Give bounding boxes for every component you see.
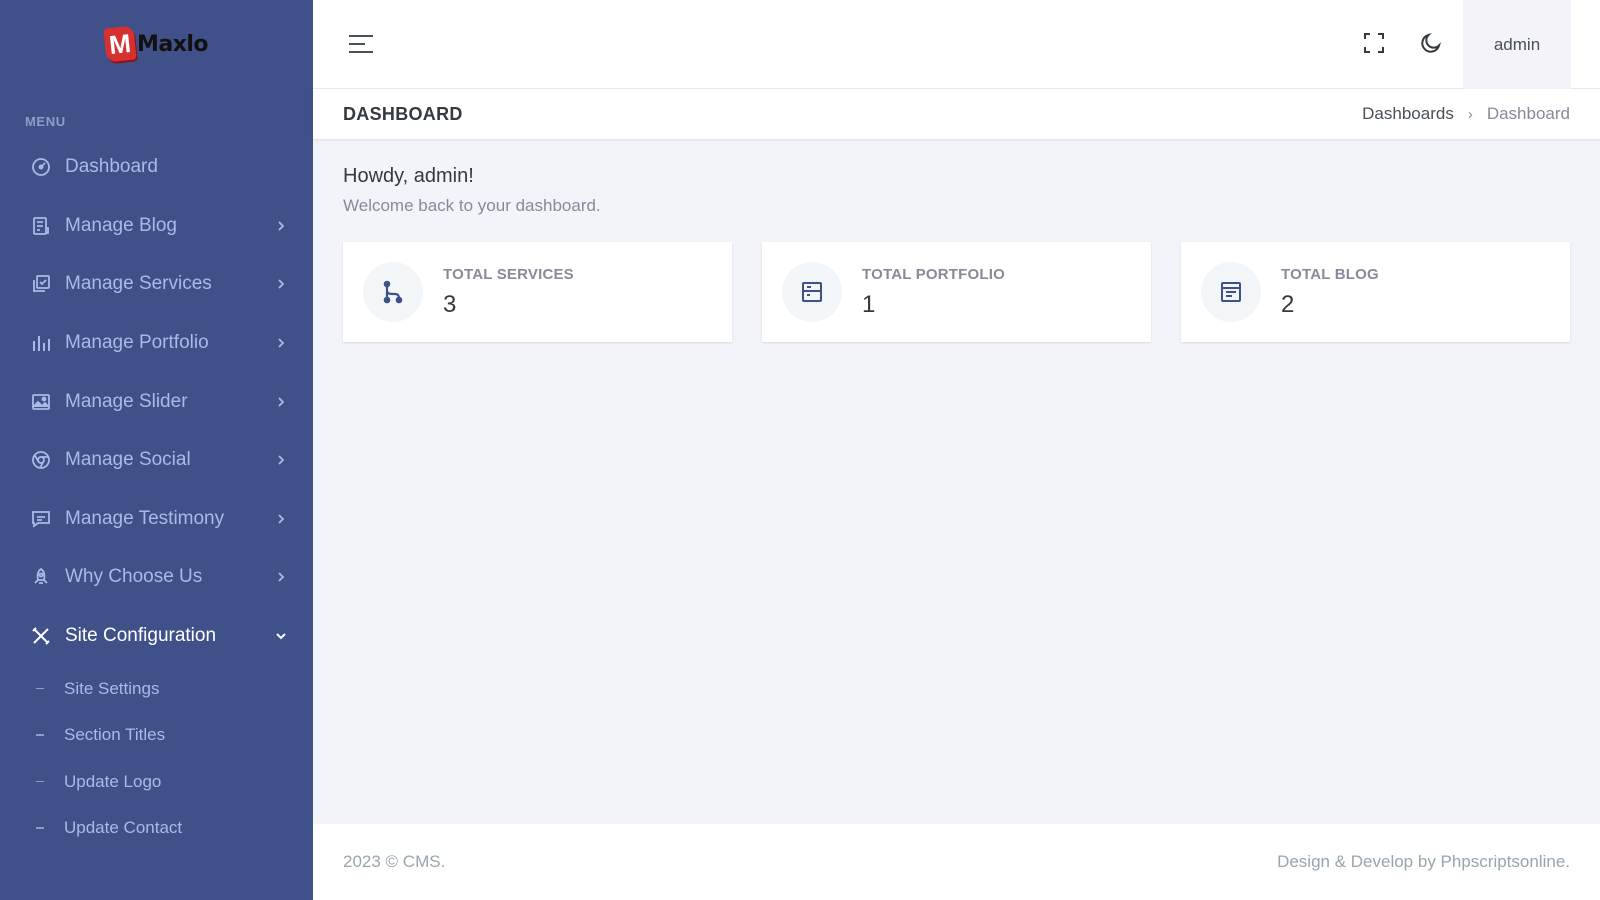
chevron-right-icon bbox=[274, 277, 288, 291]
greeting: Howdy, admin! bbox=[343, 165, 474, 187]
chevron-right-icon bbox=[274, 453, 288, 467]
logo-mark: M bbox=[103, 25, 137, 63]
sidebar-item-label: Manage Testimony bbox=[65, 507, 225, 529]
dash-marker bbox=[36, 827, 44, 829]
stat-card-value: 1 bbox=[862, 290, 876, 318]
stat-cards: TOTAL SERVICES 3 TOTAL PORTFOLIO 1 TOTAL… bbox=[343, 242, 1571, 342]
sidebar-item-manage-social[interactable]: Manage Social bbox=[0, 431, 313, 490]
stat-card-services: TOTAL SERVICES 3 bbox=[343, 242, 732, 342]
sidebar-item-label: Dashboard bbox=[65, 156, 158, 178]
dashboard-icon bbox=[30, 156, 52, 178]
chrome-icon bbox=[30, 449, 52, 471]
footer: 2023 © CMS. Design & Develop by Phpscrip… bbox=[313, 824, 1600, 900]
stat-card-portfolio: TOTAL PORTFOLIO 1 bbox=[762, 242, 1151, 342]
bar-chart-icon bbox=[30, 332, 52, 354]
message-icon bbox=[30, 508, 52, 530]
sidebar-item-manage-blog[interactable]: Manage Blog bbox=[0, 197, 313, 256]
breadcrumb: Dashboards › Dashboard bbox=[1362, 104, 1570, 124]
blog-icon bbox=[30, 215, 52, 237]
sidebar-subitem-site-settings[interactable]: Site Settings bbox=[0, 665, 313, 712]
page-title-bar: DASHBOARD Dashboards › Dashboard bbox=[313, 89, 1600, 139]
sidebar-item-dashboard[interactable]: Dashboard bbox=[0, 138, 313, 197]
sidebar-subitem-update-logo[interactable]: Update Logo bbox=[0, 758, 313, 805]
dash-marker bbox=[36, 687, 44, 690]
chevron-right-icon bbox=[274, 395, 288, 409]
sidebar-item-label: Manage Slider bbox=[65, 390, 188, 412]
image-icon bbox=[30, 391, 52, 413]
stat-card-value: 3 bbox=[443, 290, 457, 318]
sidebar-item-label: Site Configuration bbox=[65, 625, 217, 647]
chevron-right-icon bbox=[274, 570, 288, 584]
footer-copyright: 2023 © CMS. bbox=[343, 852, 446, 871]
sidebar-item-label: Manage Services bbox=[65, 273, 212, 295]
dash-marker bbox=[36, 734, 44, 736]
footer-credit: Design & Develop by Phpscriptsonline. bbox=[1277, 852, 1570, 871]
sidebar-item-label: Why Choose Us bbox=[65, 566, 203, 588]
topbar: admin bbox=[313, 0, 1600, 89]
stat-card-value: 2 bbox=[1281, 290, 1295, 318]
sidebar-subitem-label: Update Contact bbox=[64, 818, 183, 838]
welcome-text: Welcome back to your dashboard. bbox=[343, 196, 601, 215]
stat-card-label: TOTAL PORTFOLIO bbox=[862, 265, 1005, 283]
menu-title: MENU bbox=[25, 113, 66, 129]
stat-card-label: TOTAL BLOG bbox=[1281, 265, 1379, 283]
sidebar-subitem-label: Site Settings bbox=[64, 678, 160, 698]
layout-icon bbox=[782, 262, 842, 322]
sidebar-item-why-choose-us[interactable]: Why Choose Us bbox=[0, 548, 313, 607]
main-content: Howdy, admin! Welcome back to your dashb… bbox=[343, 165, 1571, 342]
sidebar-item-manage-services[interactable]: Manage Services bbox=[0, 255, 313, 314]
tools-icon bbox=[30, 625, 52, 647]
chevron-right-icon bbox=[274, 336, 288, 350]
sidebar-item-manage-testimony[interactable]: Manage Testimony bbox=[0, 490, 313, 549]
chevron-right-icon bbox=[274, 512, 288, 526]
sidebar-item-label: Manage Portfolio bbox=[65, 332, 209, 354]
sidebar-subitem-update-contact[interactable]: Update Contact bbox=[0, 805, 313, 852]
sidebar-item-site-configuration[interactable]: Site Configuration bbox=[0, 607, 313, 666]
article-icon bbox=[1201, 262, 1261, 322]
logo-text: Maxlo bbox=[136, 31, 209, 57]
sidebar-subitem-label: Update Logo bbox=[64, 771, 162, 791]
page-title: DASHBOARD bbox=[343, 103, 463, 124]
branch-icon bbox=[363, 262, 423, 322]
sidebar: M Maxlo MENU Dashboard Manage Blog Manag… bbox=[0, 0, 313, 900]
services-icon bbox=[30, 273, 52, 295]
hamburger-menu-icon[interactable] bbox=[347, 33, 375, 55]
sidebar-subitem-section-titles[interactable]: Section Titles bbox=[0, 712, 313, 759]
brand-logo[interactable]: M Maxlo bbox=[0, 0, 313, 88]
chevron-right-icon bbox=[274, 219, 288, 233]
user-menu[interactable]: admin bbox=[1463, 0, 1571, 89]
rocket-icon bbox=[30, 566, 52, 588]
sidebar-item-label: Manage Blog bbox=[65, 214, 177, 236]
dash-marker bbox=[36, 780, 44, 783]
sidebar-item-manage-portfolio[interactable]: Manage Portfolio bbox=[0, 314, 313, 373]
breadcrumb-current: Dashboard bbox=[1486, 104, 1570, 123]
breadcrumb-link[interactable]: Dashboards bbox=[1362, 104, 1454, 124]
dark-mode-moon-icon[interactable] bbox=[1416, 28, 1446, 58]
stat-card-blog: TOTAL BLOG 2 bbox=[1181, 242, 1570, 342]
sidebar-item-label: Manage Social bbox=[65, 449, 191, 471]
chevron-down-icon bbox=[274, 629, 288, 643]
fullscreen-icon[interactable] bbox=[1359, 28, 1389, 58]
chevron-right-icon: › bbox=[1467, 105, 1473, 123]
sidebar-item-manage-slider[interactable]: Manage Slider bbox=[0, 372, 313, 431]
sidebar-subitem-label: Section Titles bbox=[64, 725, 166, 745]
stat-card-label: TOTAL SERVICES bbox=[443, 265, 574, 283]
